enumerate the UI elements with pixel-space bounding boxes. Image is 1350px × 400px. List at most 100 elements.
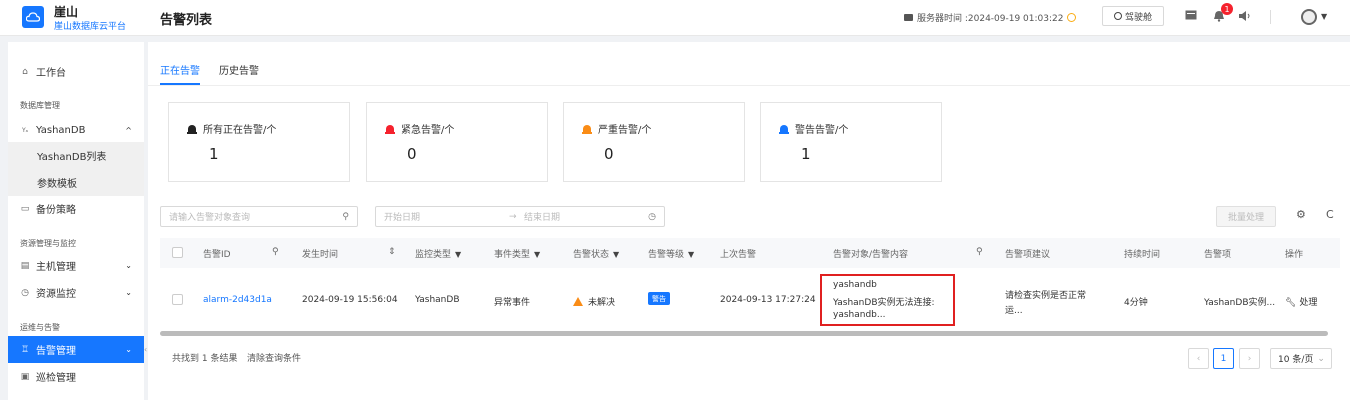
caret-down-icon[interactable]: ▼ xyxy=(1321,12,1327,21)
col-alarm-id: 告警ID xyxy=(203,250,231,260)
tab-active-alarms[interactable]: 正在告警 xyxy=(160,62,200,77)
process-button[interactable]: 🔧︎ 处理 xyxy=(1285,295,1317,308)
col-time: 发生时间 xyxy=(302,250,339,260)
sidebar-item-inspection[interactable]: ▣ 巡检管理 xyxy=(8,363,144,390)
row-item: YashanDB实例... xyxy=(1204,298,1276,308)
card-value: 1 xyxy=(801,145,811,163)
next-page-button[interactable]: › xyxy=(1239,348,1260,369)
chevron-down-icon: ⌄ xyxy=(1317,353,1325,364)
clock-icon: ◷ xyxy=(648,211,656,222)
clear-filter-link[interactable]: 清除查询条件 xyxy=(247,351,301,364)
card-value: 1 xyxy=(209,145,219,163)
sidebar-item-yashandb[interactable]: Yₐ YashanDB ^ xyxy=(8,117,144,144)
horizontal-scrollbar[interactable] xyxy=(160,331,1328,336)
card-major-alarms: 严重告警/个 0 xyxy=(563,102,745,182)
col-level: 告警等级 ▼ xyxy=(648,250,695,260)
col-action: 操作 xyxy=(1285,250,1304,260)
server-time: 服务器时间 :2024-09-19 01:03:22 xyxy=(904,11,1077,24)
inspection-icon: ▣ xyxy=(20,371,30,382)
sidebar: ⌂ 工作台 数据库管理 Yₐ YashanDB ^ YashanDB列表 参数模… xyxy=(8,42,144,400)
sidebar-item-alarm[interactable]: ♖ 告警管理 ⌄ xyxy=(8,336,144,363)
settings-icon[interactable]: ⚙ xyxy=(1296,208,1306,221)
row-suggestion-line1: 请检查实例是否正常 xyxy=(1005,291,1087,301)
end-date-field[interactable]: 结束日期 xyxy=(524,210,560,223)
alarm-id-link[interactable]: alarm-2d43d1a xyxy=(203,295,272,305)
card-critical-alarms: 紧急告警/个 0 xyxy=(366,102,548,182)
filter-icon[interactable]: ▼ xyxy=(455,250,461,259)
header-divider xyxy=(1270,10,1271,24)
batch-process-button[interactable]: 批量处理 xyxy=(1216,206,1276,227)
page-size-select[interactable]: 10 条/页 ⌄ xyxy=(1270,348,1332,369)
refresh-icon[interactable]: C xyxy=(1326,208,1334,221)
filter-icon[interactable]: ▼ xyxy=(613,250,619,259)
notification-badge: 1 xyxy=(1221,3,1233,15)
col-monitor-type: 监控类型 ▼ xyxy=(415,250,462,260)
collapse-sidebar-icon[interactable]: ‹ xyxy=(144,345,147,354)
filter-icon[interactable]: ▼ xyxy=(688,250,694,259)
page-title: 告警列表 xyxy=(160,13,213,28)
sidebar-item-yashandb-list[interactable]: YashanDB列表 xyxy=(8,142,144,169)
sidebar-item-host[interactable]: ▤ 主机管理 ⌄ xyxy=(8,252,144,279)
search-icon[interactable]: ⚲ xyxy=(976,247,983,257)
search-icon[interactable]: ⚲ xyxy=(342,212,349,222)
col-content: 告警对象/告警内容 xyxy=(833,250,909,260)
chevron-up-icon: ^ xyxy=(125,126,132,135)
row-event-type: 异常事件 xyxy=(494,298,531,308)
sidebar-item-monitor[interactable]: ◷ 资源监控 ⌄ xyxy=(8,279,144,306)
tab-divider xyxy=(148,85,1350,86)
host-icon: ▤ xyxy=(20,260,30,271)
row-suggestion-line2: 运... xyxy=(1005,306,1023,316)
server-icon xyxy=(904,14,913,21)
tab-history-alarms[interactable]: 历史告警 xyxy=(219,62,259,77)
row-status: 未解决 xyxy=(573,295,615,308)
select-all-checkbox[interactable] xyxy=(172,247,183,258)
sidebar-item-param-template[interactable]: 参数模板 xyxy=(8,169,144,196)
start-date-field[interactable]: 开始日期 xyxy=(384,210,420,223)
siren-icon xyxy=(779,123,789,134)
search-input[interactable]: 请输入告警对象查询 ⚲ xyxy=(160,206,358,227)
folder-icon: ▭ xyxy=(20,203,30,214)
cloud-logo-icon xyxy=(22,6,44,28)
main-content: 正在告警 历史告警 所有正在告警/个 1 紧急告警/个 0 严重告警/个 0 警… xyxy=(148,42,1350,400)
sidebar-item-backup[interactable]: ▭ 备份策略 xyxy=(8,195,144,222)
row-checkbox[interactable] xyxy=(172,294,183,305)
card-value: 0 xyxy=(604,145,614,163)
date-range-picker[interactable]: 开始日期 → 结束日期 ◷ xyxy=(375,206,665,227)
sort-icon[interactable]: ⇕ xyxy=(388,247,396,257)
range-arrow: → xyxy=(509,211,517,222)
col-suggestion: 告警项建议 xyxy=(1005,250,1051,260)
col-item: 告警项 xyxy=(1204,250,1232,260)
col-last-alarm: 上次告警 xyxy=(720,250,757,260)
result-count: 共找到 1 条结果 xyxy=(172,354,238,364)
card-value: 0 xyxy=(407,145,417,163)
wrench-icon: 🔧︎ xyxy=(1285,298,1297,308)
speaker-icon[interactable] xyxy=(1238,10,1252,22)
card-all-alarms: 所有正在告警/个 1 xyxy=(168,102,350,182)
sidebar-group-db: 数据库管理 xyxy=(20,101,60,110)
monitor-icon: ◷ xyxy=(21,287,29,298)
siren-icon xyxy=(385,123,395,134)
info-icon xyxy=(1067,13,1077,22)
cockpit-button[interactable]: 驾驶舱 xyxy=(1102,6,1164,26)
col-event-type: 事件类型 ▼ xyxy=(494,250,541,260)
avatar[interactable] xyxy=(1301,9,1317,25)
top-header: 崖山 崖山数据库云平台 告警列表 服务器时间 :2024-09-19 01:03… xyxy=(0,0,1350,36)
filter-icon[interactable]: ▼ xyxy=(534,250,540,259)
page-1-button[interactable]: 1 xyxy=(1213,348,1234,369)
col-status: 告警状态 ▼ xyxy=(573,250,620,260)
search-icon[interactable]: ⚲ xyxy=(272,247,279,257)
prev-page-button[interactable]: ‹ xyxy=(1188,348,1209,369)
content-highlight-box xyxy=(820,274,955,326)
card-warning-alarms: 警告告警/个 1 xyxy=(760,102,942,182)
message-icon[interactable] xyxy=(1185,10,1199,22)
brand-name: 崖山 xyxy=(54,5,79,19)
chevron-down-icon: ⌄ xyxy=(125,345,132,354)
row-monitor-type: YashanDB xyxy=(415,295,460,305)
row-duration: 4分钟 xyxy=(1124,298,1148,308)
chevron-down-icon: ⌄ xyxy=(125,261,132,270)
dashboard-icon xyxy=(1113,12,1122,20)
warning-icon xyxy=(573,297,583,306)
table-header: 告警ID ⚲ 发生时间 ⇕ 监控类型 ▼ 事件类型 ▼ 告警状态 ▼ 告警等级 ▼ 上次… xyxy=(160,238,1340,268)
sidebar-group-ops: 运维与告警 xyxy=(20,323,60,332)
sidebar-item-workbench[interactable]: ⌂ 工作台 xyxy=(8,58,144,85)
